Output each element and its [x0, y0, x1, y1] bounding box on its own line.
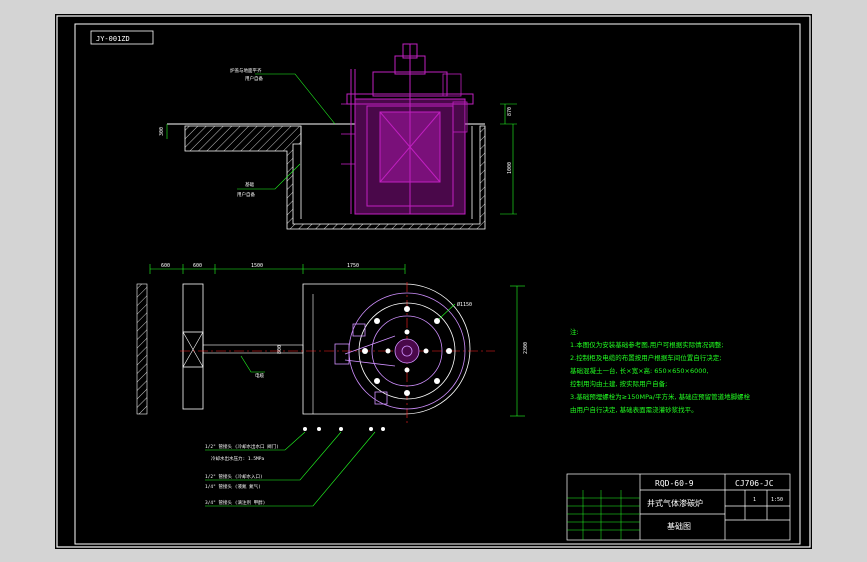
title-name: 井式气体渗碳炉 — [647, 498, 703, 508]
dim-phi: Ø1150 — [457, 301, 472, 308]
note-5: 由用户自行决定, 基础表面需浇灌砂浆找平。 — [570, 405, 698, 414]
notes-block: 注: 1.本图仅为安装基础参考图,用户可根据实际情况调整; 2.控制柜及电缆的布… — [570, 327, 751, 414]
note-3: 控制用沟由土建, 按实际用户自备; — [570, 379, 667, 388]
callout-4: 3/4" 管接头 (滴注剂 甲醇) — [205, 499, 265, 506]
cad-drawing: JY-001ZD 300 870 1000 炉盖与地面平齐 用户自备 基础 用户… — [56, 15, 811, 548]
title-scale: 1:50 — [771, 497, 783, 503]
elevation-view: 300 870 1000 炉盖与地面平齐 用户自备 基础 用户自备 — [159, 43, 517, 230]
dim-870: 870 — [507, 107, 513, 116]
side-label-0: 炉盖与地面平齐 — [230, 67, 262, 74]
callout-2: 1/2" 管接头 (冷却水入口) — [205, 473, 263, 480]
dim-1750: 1750 — [347, 263, 359, 269]
note-2: 基础混凝土一台, 长×宽×高: 650×650×6000, — [570, 366, 709, 375]
note-1: 2.控制柜及电缆的布置按用户根据车间位置自行决定; — [570, 353, 721, 362]
dim-300: 300 — [159, 127, 165, 136]
dim-800: 800 — [277, 345, 283, 354]
dim-600a: 600 — [161, 263, 170, 269]
dim-2300: 2300 — [523, 342, 529, 354]
dim-1000: 1000 — [507, 162, 513, 174]
title-drawing-no: CJ706-JC — [735, 479, 774, 488]
side-label-2: 基础 — [245, 181, 254, 188]
callout-1: 冷却水出水压力: 1.5MPa — [211, 455, 264, 462]
callout-0: 1/2" 管接头 (冷却水出水口 阀门) — [205, 443, 279, 450]
note-0: 1.本图仅为安装基础参考图,用户可根据实际情况调整; — [570, 340, 723, 349]
note-4: 3.基础预埋螺栓为≥150MPa/平方米, 基础应预留管道地脚螺栓 — [570, 392, 751, 401]
title-qty: 1 — [753, 497, 756, 503]
side-label-3: 用户自备 — [237, 191, 255, 198]
side-label-4: 电缆 — [255, 372, 264, 379]
callout-3: 1/4" 管接头 (液氮 氮气) — [205, 483, 261, 490]
title-model: RQD-60-9 — [655, 479, 694, 488]
drawing-sheet: JY-001ZD 300 870 1000 炉盖与地面平齐 用户自备 基础 用户… — [55, 14, 812, 549]
notes-title: 注: — [570, 327, 579, 336]
title-sheet-type: 基础图 — [667, 521, 691, 531]
dim-600b: 600 — [193, 263, 202, 269]
side-label-1: 用户自备 — [245, 75, 263, 82]
plan-view: 600 600 1500 1750 电缆 2300 800 Ø1150 1/2"… — [136, 263, 529, 507]
code-box-text: JY-001ZD — [96, 35, 130, 43]
dim-1500: 1500 — [251, 263, 263, 269]
